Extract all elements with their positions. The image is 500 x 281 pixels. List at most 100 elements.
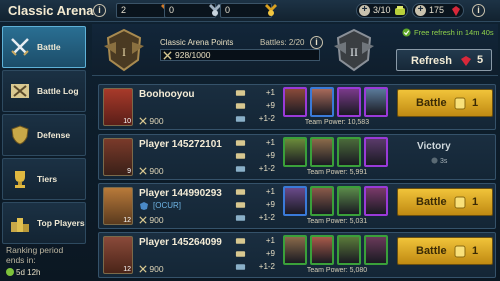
ranking-time-value: 5d 12h	[16, 268, 41, 277]
battle-button[interactable]: Battle 1	[397, 188, 493, 216]
sidebar-item-battle-log[interactable]: Battle Log	[2, 70, 86, 112]
sidebar-item-tiers[interactable]: Tiers	[2, 158, 86, 200]
gold-medal-icon	[265, 4, 277, 16]
silver-reward-icon	[235, 264, 246, 270]
podium-icon	[11, 218, 29, 232]
reward-stat: +9	[235, 101, 275, 110]
battle-cost: 1	[472, 97, 479, 109]
reward-stat: +1	[235, 138, 275, 147]
victory-time: 3s	[431, 157, 447, 165]
champion-portrait[interactable]	[364, 186, 388, 216]
reward-value: +9	[265, 249, 275, 258]
gold-medal-counter: 0	[220, 3, 277, 18]
team-power: Team Power: 5,031	[306, 218, 368, 225]
reward-value: +1	[265, 236, 275, 245]
reward-value: +1	[265, 187, 275, 196]
champion-portrait[interactable]	[283, 186, 307, 216]
sidebar-item-label: Tiers	[37, 174, 58, 184]
clan-tag: [OCUR]	[153, 201, 181, 210]
arena-token-icon	[454, 245, 466, 258]
arena-points-value: 928/1000	[175, 50, 211, 60]
energy-value: 3/10	[373, 5, 391, 15]
reward-value: +9	[265, 101, 275, 110]
ruby-icon	[461, 56, 471, 66]
free-refresh-note: Free refresh in 14m 40s	[414, 28, 494, 37]
champion-portrait[interactable]	[364, 137, 388, 167]
sidebar-item-top-players[interactable]: Top Players	[2, 202, 86, 244]
player-level: 9	[127, 168, 131, 175]
player-name: Boohooyou	[139, 89, 195, 100]
team-power: Team Power: 5,991	[306, 169, 368, 176]
battle-label: Battle	[416, 196, 447, 208]
champion-portrait[interactable]	[310, 87, 334, 117]
info-button[interactable]: i	[93, 4, 106, 17]
player-points-value: 900	[149, 166, 164, 176]
crossed-swords-icon	[139, 117, 147, 125]
champion-portrait[interactable]	[364, 235, 388, 265]
points-reward-icon	[235, 202, 246, 208]
battle-label: Battle	[416, 245, 447, 257]
silver-medal-counter: 0	[164, 3, 221, 18]
gems-counter[interactable]: + 175	[412, 3, 464, 18]
info-button-right[interactable]: i	[472, 4, 485, 17]
bronze-medal-value: 2	[121, 5, 127, 15]
clock-icon	[6, 268, 14, 276]
next-tier-badge-icon: II	[334, 28, 374, 72]
victory-time-value: 3s	[439, 158, 448, 165]
avatar: 9	[103, 138, 133, 176]
avatar: 10	[103, 88, 133, 126]
player-level: 12	[123, 217, 131, 224]
gold-medal-value: 0	[225, 5, 231, 15]
energy-counter[interactable]: + 3/10	[356, 3, 408, 18]
tier-badge-icon: I	[104, 28, 144, 72]
sidebar-item-label: Defense	[37, 130, 71, 140]
battle-button[interactable]: Battle 1	[397, 89, 493, 117]
sidebar-item-defense[interactable]: Defense	[2, 114, 86, 156]
champion-portrait[interactable]	[283, 235, 307, 265]
opponent-row: 12 Player 144990293 [OCUR] 900 +1 +9 +1-2 T…	[98, 183, 496, 229]
top-bar: Classic Arena i 2 0 0 + 3/10 + 175 i	[0, 0, 500, 22]
champion-portrait[interactable]	[310, 186, 334, 216]
clock-icon	[431, 157, 438, 164]
battles-info-button[interactable]: i	[310, 36, 323, 49]
points-reward-icon	[235, 153, 246, 159]
player-points: 900	[139, 215, 164, 225]
sidebar-item-label: Top Players	[37, 218, 85, 228]
champion-portrait[interactable]	[283, 137, 307, 167]
reward-stat: +1-2	[235, 213, 275, 222]
crossed-swords-icon	[11, 38, 29, 56]
battles-counter: Battles: 2/20	[260, 38, 305, 47]
champion-portrait[interactable]	[310, 137, 334, 167]
team-power: Team Power: 5,080	[306, 267, 368, 274]
arena-token-icon	[454, 97, 466, 110]
reward-value: +1-2	[258, 114, 275, 123]
add-energy-icon[interactable]: +	[359, 5, 370, 16]
champion-portrait[interactable]	[283, 87, 307, 117]
page-title: Classic Arena	[8, 3, 94, 18]
gems-value: 175	[429, 5, 445, 15]
battle-button[interactable]: Battle 1	[397, 237, 493, 265]
player-name: Player 145264099	[139, 237, 222, 248]
battle-label: Battle	[416, 97, 447, 109]
checkmark-icon	[402, 28, 411, 37]
champion-portrait[interactable]	[337, 137, 361, 167]
refresh-button[interactable]: Refresh 5	[396, 49, 492, 71]
sidebar-item-battle[interactable]: Battle	[2, 26, 86, 68]
points-reward-icon	[235, 103, 246, 109]
champion-portrait[interactable]	[310, 235, 334, 265]
champion-portrait[interactable]	[337, 87, 361, 117]
player-level: 12	[123, 266, 131, 273]
champion-portrait[interactable]	[337, 186, 361, 216]
avatar: 12	[103, 236, 133, 274]
reward-value: +9	[265, 151, 275, 160]
add-gems-icon[interactable]: +	[415, 5, 426, 16]
player-points: 900	[139, 264, 164, 274]
clan-icon	[140, 202, 148, 210]
refresh-cost: 5	[477, 54, 484, 66]
sidebar: Battle Battle Log Defense Tiers Top Play…	[0, 24, 88, 281]
bronze-medal-counter: 2	[116, 3, 173, 18]
reward-stat: +1	[235, 236, 275, 245]
arena-points-panel: I Classic Arena Points Battles: 2/20 i 9…	[92, 24, 498, 76]
champion-portrait[interactable]	[364, 87, 388, 117]
champion-portrait[interactable]	[337, 235, 361, 265]
